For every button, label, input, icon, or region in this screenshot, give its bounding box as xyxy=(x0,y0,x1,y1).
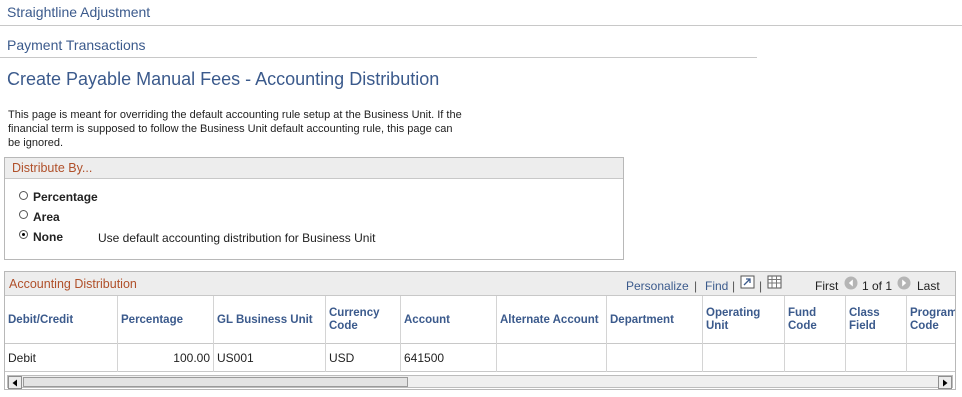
cell-program-code xyxy=(907,344,955,372)
cell-currency-code: USD xyxy=(326,344,401,372)
horizontal-scrollbar[interactable] xyxy=(7,375,953,389)
scroll-thumb[interactable] xyxy=(23,377,408,387)
column-header-gl-business-unit[interactable]: GL Business Unit xyxy=(214,296,326,344)
grid-column-headers: Debit/Credit Percentage GL Business Unit… xyxy=(5,296,955,344)
table-row: Debit 100.00 US001 USD 641500 xyxy=(5,344,955,372)
section-divider xyxy=(0,57,757,58)
cell-gl-business-unit: US001 xyxy=(214,344,326,372)
link-separator: | xyxy=(759,279,763,293)
percentage-label: Percentage xyxy=(33,190,98,204)
first-label: First xyxy=(815,279,839,293)
cell-debit-credit: Debit xyxy=(5,344,118,372)
next-arrow-icon[interactable] xyxy=(897,276,911,290)
view-all-icon[interactable] xyxy=(740,275,755,289)
column-header-class-field[interactable]: Class Field xyxy=(846,296,907,344)
column-header-account[interactable]: Account xyxy=(401,296,497,344)
page-description: This page is meant for overriding the de… xyxy=(8,108,528,150)
column-header-alternate-account[interactable]: Alternate Account xyxy=(497,296,607,344)
scroll-left-button[interactable] xyxy=(8,376,22,389)
grid-title: Accounting Distribution xyxy=(9,277,137,291)
cell-alternate-account xyxy=(497,344,607,372)
find-link[interactable]: Find xyxy=(705,279,728,293)
scroll-right-icon xyxy=(943,379,948,386)
personalize-link[interactable]: Personalize xyxy=(626,279,689,293)
cell-class-field xyxy=(846,344,907,372)
section-payment-transactions[interactable]: Payment Transactions xyxy=(7,37,146,53)
cell-account: 641500 xyxy=(401,344,497,372)
page-title: Create Payable Manual Fees - Accounting … xyxy=(7,69,440,89)
link-separator: | xyxy=(732,279,736,293)
column-header-department[interactable]: Department xyxy=(607,296,703,344)
column-header-debit-credit[interactable]: Debit/Credit xyxy=(5,296,118,344)
scroll-left-icon xyxy=(12,379,17,386)
link-separator: | xyxy=(694,279,698,293)
column-header-percentage[interactable]: Percentage xyxy=(118,296,214,344)
section-straightline-adjustment[interactable]: Straightline Adjustment xyxy=(7,4,150,20)
area-label: Area xyxy=(33,210,60,224)
cell-department xyxy=(607,344,703,372)
column-header-operating-unit[interactable]: Operating Unit xyxy=(703,296,785,344)
description-line: This page is meant for overriding the de… xyxy=(8,109,462,121)
distribute-by-title: Distribute By... xyxy=(12,161,93,175)
grid-header-bar: Accounting Distribution Personalize | Fi… xyxy=(5,272,955,296)
section-divider xyxy=(0,25,962,26)
row-range: 1 of 1 xyxy=(862,279,893,293)
last-label: Last xyxy=(917,279,940,293)
cell-percentage: 100.00 xyxy=(118,344,214,372)
column-header-program-code[interactable]: Program Code xyxy=(907,296,955,344)
distribute-by-box: Distribute By... Percentage Area None Us… xyxy=(4,157,624,260)
description-line: financial term is supposed to follow the… xyxy=(8,123,453,135)
download-spreadsheet-icon[interactable] xyxy=(767,275,782,289)
column-header-currency-code[interactable]: Currency Code xyxy=(326,296,401,344)
distribute-by-header: Distribute By... xyxy=(5,158,623,179)
scroll-right-button[interactable] xyxy=(938,376,952,389)
none-description: Use default accounting distribution for … xyxy=(98,231,376,245)
accounting-distribution-grid: Accounting Distribution Personalize | Fi… xyxy=(4,271,956,390)
cell-operating-unit xyxy=(703,344,785,372)
area-radio[interactable] xyxy=(19,210,28,219)
none-radio[interactable] xyxy=(19,230,28,239)
previous-arrow-icon[interactable] xyxy=(844,276,858,290)
none-label: None xyxy=(33,230,63,244)
description-line: be ignored. xyxy=(8,137,64,149)
percentage-radio[interactable] xyxy=(19,191,28,200)
column-header-fund-code[interactable]: Fund Code xyxy=(785,296,846,344)
cell-fund-code xyxy=(785,344,846,372)
